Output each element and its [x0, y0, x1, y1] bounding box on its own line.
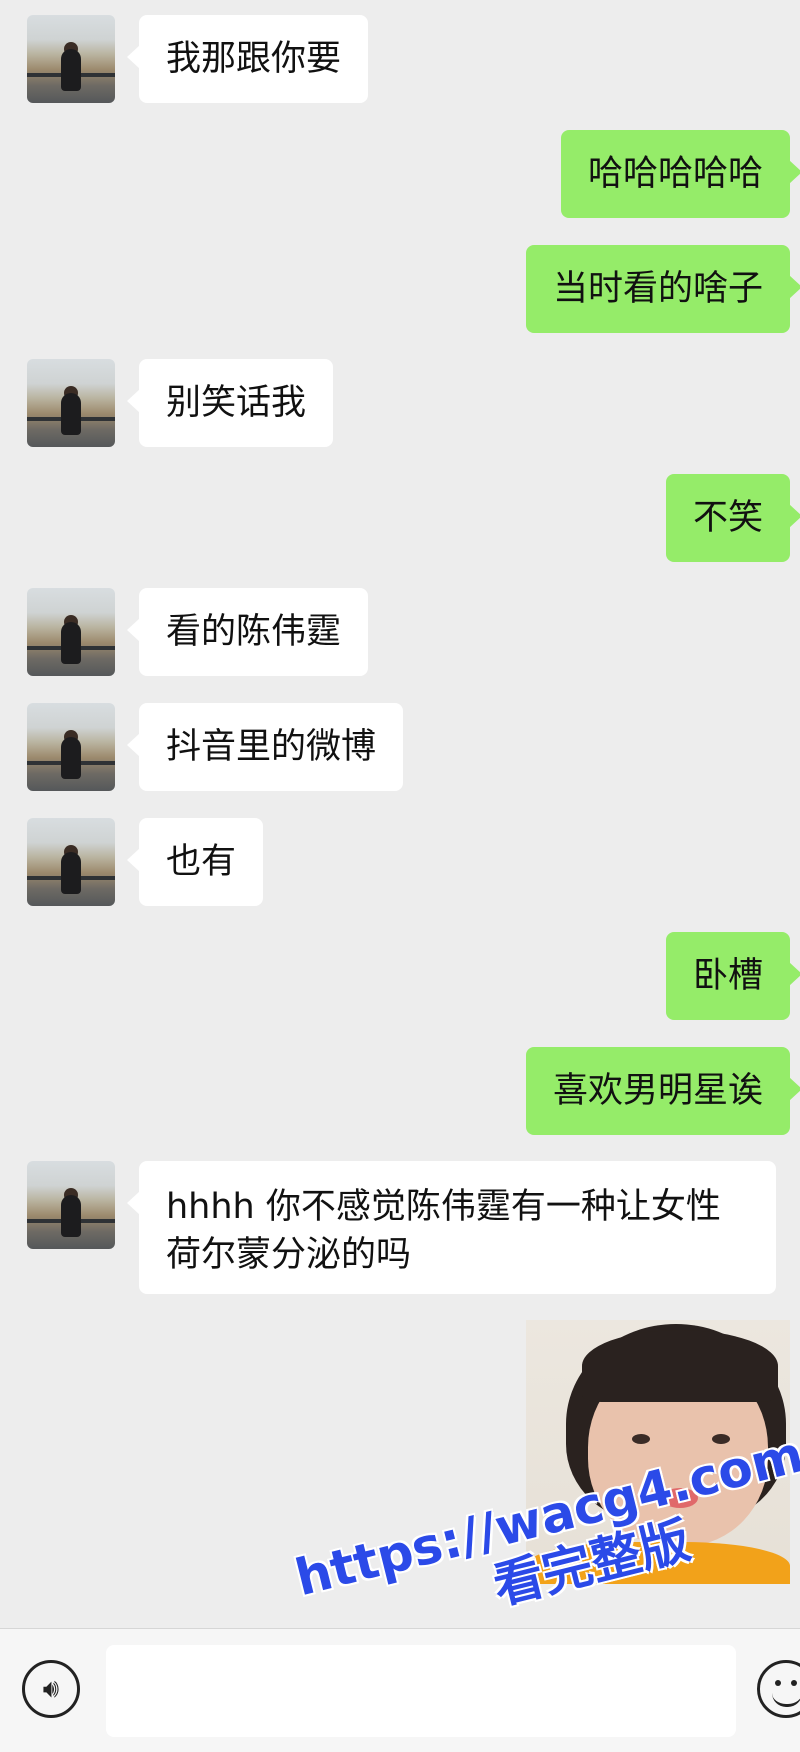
message-bubble-incoming[interactable]: 别笑话我: [126, 359, 334, 447]
contact-avatar[interactable]: [27, 15, 115, 103]
contact-avatar[interactable]: [27, 703, 115, 791]
message-bubble-incoming[interactable]: 看的陈伟霆: [126, 588, 369, 676]
message-bubble-outgoing[interactable]: 当时看的啥子: [525, 245, 800, 333]
message-bubble-incoming[interactable]: 也有: [126, 818, 264, 906]
input-toolbar: 🔊︎: [0, 1628, 800, 1752]
contact-avatar[interactable]: [27, 359, 115, 447]
contact-avatar[interactable]: [27, 818, 115, 906]
message-bubble-outgoing[interactable]: 哈哈哈哈哈: [560, 130, 800, 218]
message-bubble-outgoing[interactable]: 卧槽: [665, 932, 800, 1020]
sticker-image[interactable]: [526, 1320, 790, 1584]
contact-avatar[interactable]: [27, 1161, 115, 1249]
message-bubble-incoming[interactable]: 抖音里的微博: [126, 703, 404, 791]
emoji-icon[interactable]: [757, 1660, 800, 1718]
message-bubble-incoming[interactable]: hhhh 你不感觉陈伟霆有一种让女性荷尔蒙分泌的吗: [127, 1161, 776, 1294]
message-bubble-incoming[interactable]: 我那跟你要: [126, 15, 369, 103]
chat-area: 我那跟你要 哈哈哈哈哈 当时看的啥子 别笑话我 不笑 看的陈伟霆 抖音里的微博 …: [0, 0, 800, 1628]
message-bubble-outgoing[interactable]: 不笑: [665, 474, 800, 562]
message-bubble-outgoing[interactable]: 喜欢男明星诶: [525, 1047, 800, 1135]
contact-avatar[interactable]: [27, 588, 115, 676]
voice-icon[interactable]: 🔊︎: [22, 1660, 80, 1718]
message-input[interactable]: [106, 1645, 736, 1737]
